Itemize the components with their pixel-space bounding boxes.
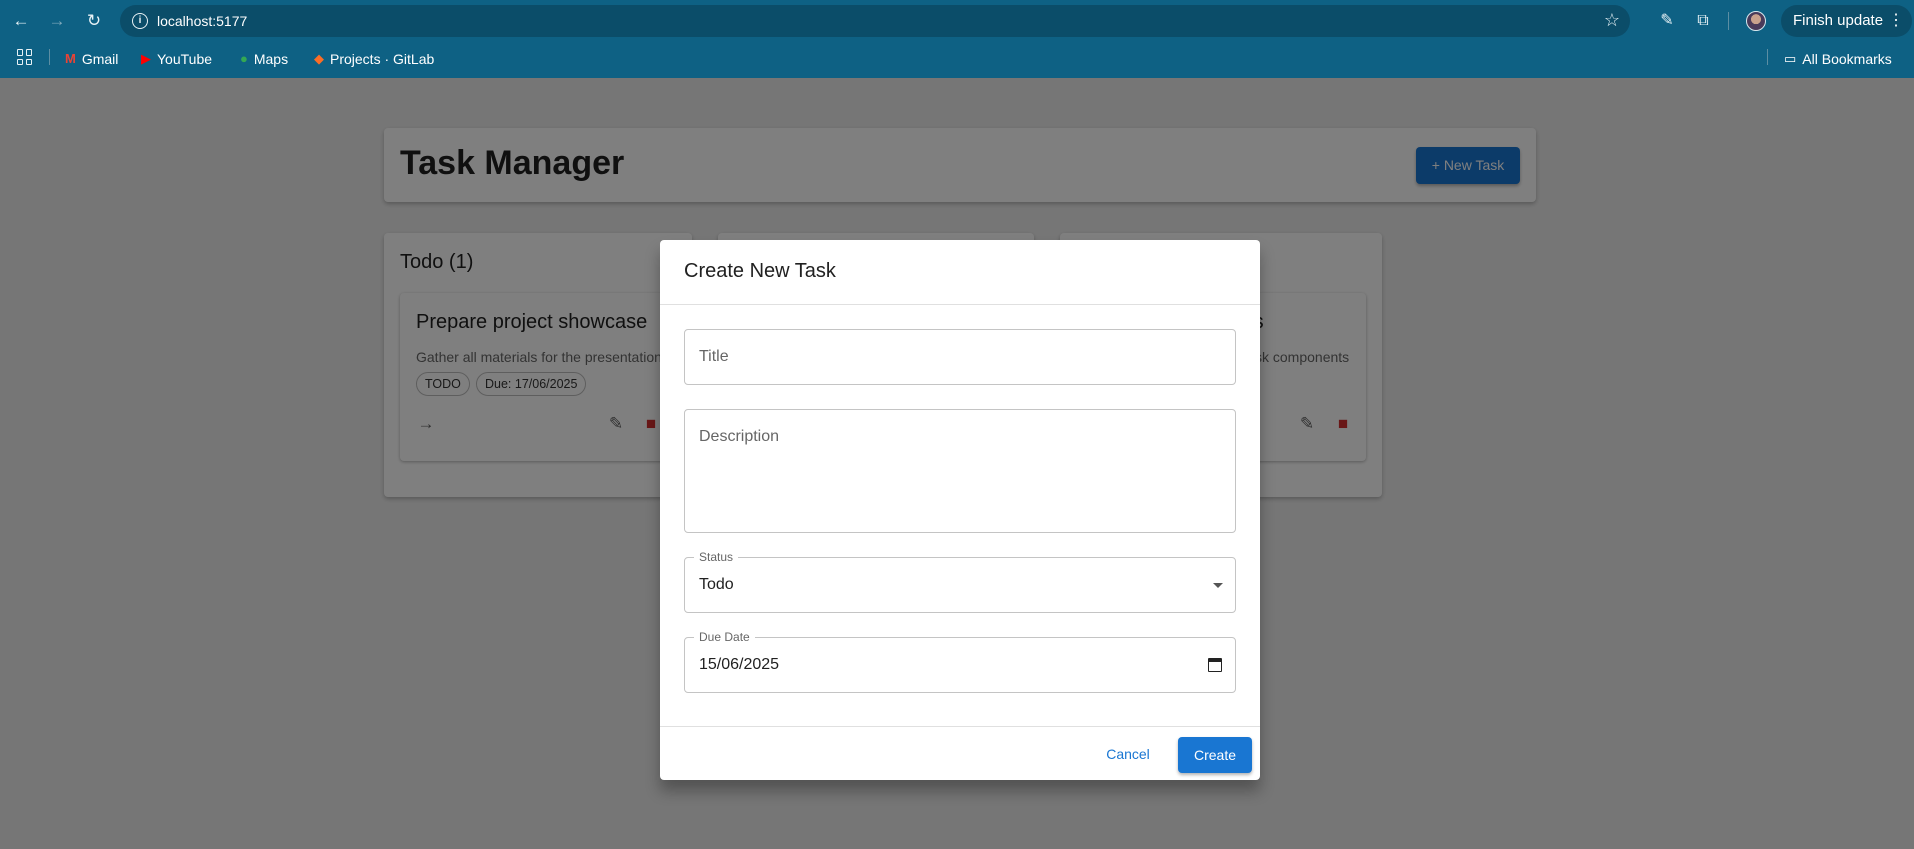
all-bookmarks[interactable]: ▭ All Bookmarks (1784, 49, 1892, 69)
maps-icon: ● (240, 51, 248, 66)
due-date-input[interactable]: Due Date 15/06/2025 (684, 630, 1236, 693)
folder-icon: ▭ (1784, 51, 1797, 66)
status-label: Status (694, 550, 739, 564)
due-date-value: 15/06/2025 (699, 656, 780, 673)
youtube-icon: ▶ (141, 51, 151, 66)
due-date-label: Due Date (694, 630, 755, 644)
site-info-icon[interactable]: i (132, 13, 148, 29)
bookmark-label: Maps (253, 51, 289, 67)
cancel-button[interactable]: Cancel (1096, 736, 1160, 772)
dialog-title: Create New Task (684, 260, 836, 282)
status-select[interactable]: Status Todo (684, 550, 1236, 613)
dropdown-arrow-icon (1213, 583, 1223, 588)
title-input[interactable]: Title (684, 329, 1236, 385)
bookmark-youtube[interactable]: ▶ YouTube (141, 49, 212, 69)
bookmark-star-icon[interactable]: ☆ (1604, 10, 1620, 31)
reload-icon[interactable]: ↻ (82, 9, 106, 33)
finish-update-button[interactable]: Finish update ⋮ (1781, 5, 1912, 37)
create-button[interactable]: Create (1178, 737, 1252, 773)
gmail-icon: M (65, 51, 76, 66)
extensions-icon[interactable]: ⧉ (1691, 9, 1715, 33)
browser-chrome: ← → ↻ i localhost:5177 ☆ ✎ ⧉ Finish upda… (0, 0, 1914, 78)
bookmark-gitlab[interactable]: ◆ Projects · GitLab (314, 49, 434, 69)
description-placeholder: Description (699, 428, 780, 445)
back-arrow-icon[interactable]: ← (9, 9, 33, 33)
toolbar-divider (1728, 12, 1729, 30)
url-text: localhost:5177 (157, 13, 248, 29)
title-placeholder: Title (699, 348, 729, 365)
calendar-icon[interactable] (1208, 658, 1222, 672)
address-bar[interactable]: i localhost:5177 ☆ (120, 5, 1630, 37)
forward-arrow-icon[interactable]: → (45, 9, 69, 33)
bookmarks-divider (49, 49, 50, 65)
apps-grid-icon[interactable] (17, 49, 33, 65)
bookmark-maps[interactable]: ● Maps (240, 49, 288, 69)
all-bookmarks-label: All Bookmarks (1802, 51, 1892, 67)
bookmark-gmail[interactable]: M Gmail (65, 49, 118, 69)
bookmark-label: Gmail (81, 51, 119, 67)
description-textarea[interactable]: Description (684, 409, 1236, 533)
bookmark-label: YouTube (157, 51, 213, 67)
bookmarks-divider (1767, 49, 1768, 65)
more-menu-icon[interactable]: ⋮ (1888, 5, 1904, 37)
create-task-dialog: Create New Task Title Description Status… (660, 240, 1260, 780)
bookmark-label: Projects · GitLab (330, 51, 435, 67)
gitlab-icon: ◆ (314, 51, 324, 66)
divider (660, 304, 1260, 305)
finish-update-label: Finish update (1793, 12, 1884, 29)
divider (660, 726, 1260, 727)
browser-toolbar: ← → ↻ i localhost:5177 ☆ ✎ ⧉ Finish upda… (0, 0, 1914, 42)
profile-avatar[interactable] (1746, 11, 1766, 31)
status-value: Todo (699, 576, 734, 593)
eyedropper-icon[interactable]: ✎ (1655, 9, 1679, 33)
